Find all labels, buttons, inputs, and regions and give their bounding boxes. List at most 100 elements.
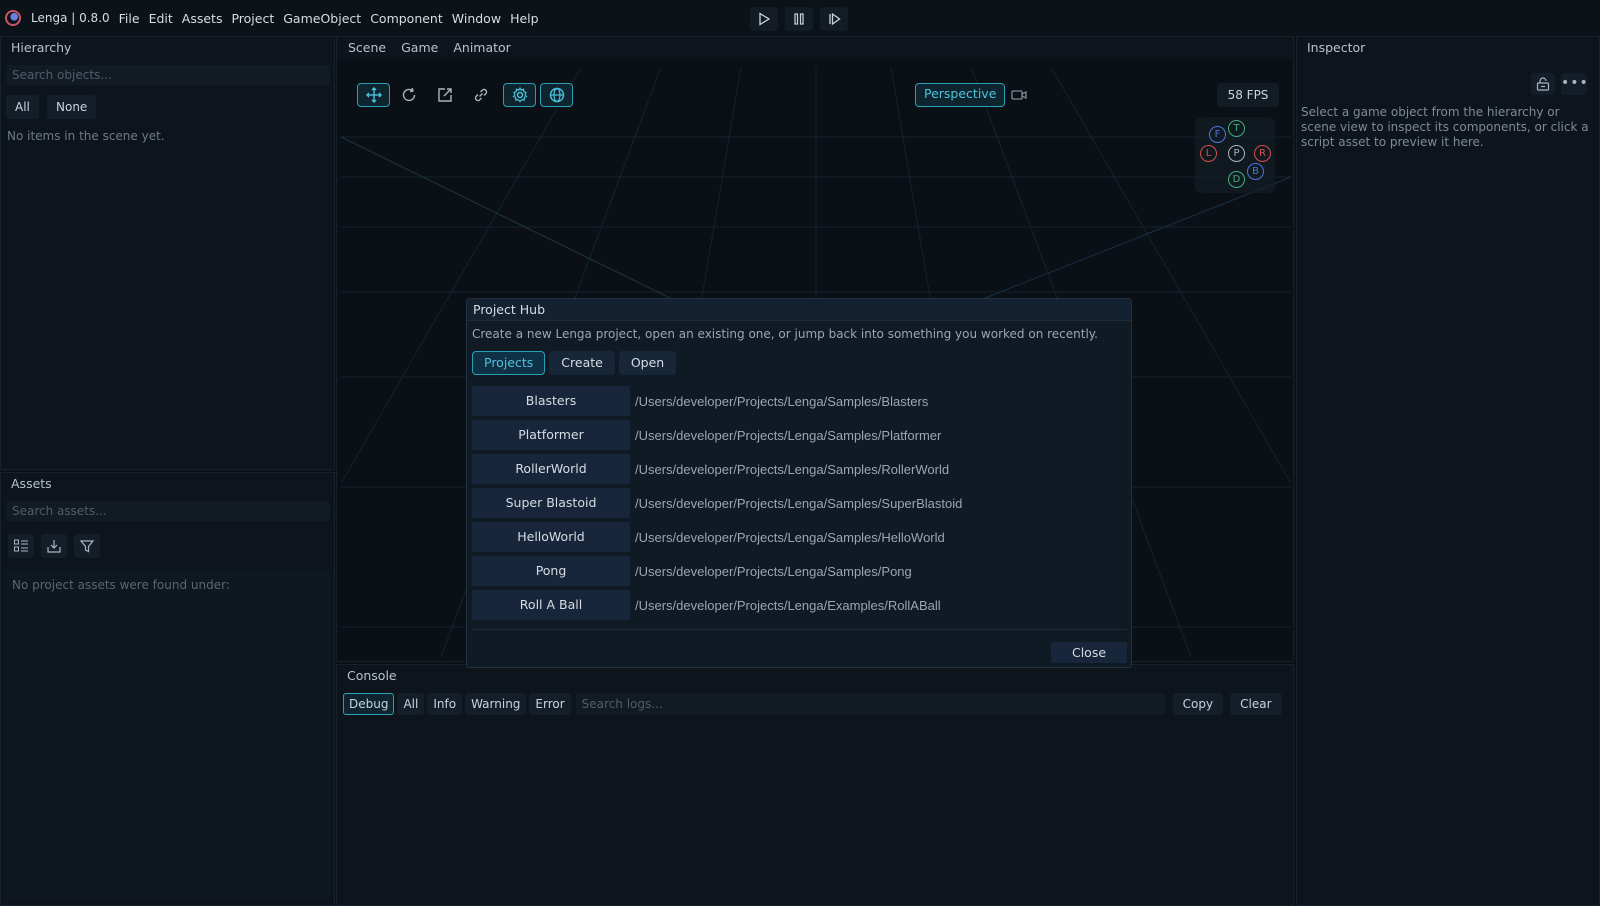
orientation-gizmo[interactable]: T F L P R B D [1195, 117, 1275, 193]
hierarchy-title: Hierarchy [11, 40, 72, 55]
console-clear-button[interactable]: Clear [1230, 693, 1282, 715]
app-logo-icon [5, 10, 21, 26]
inspector-message: Select a game object from the hierarchy … [1301, 105, 1589, 149]
project-path: /Users/developer/Projects/Lenga/Examples… [635, 597, 941, 613]
play-icon [759, 12, 771, 26]
project-path: /Users/developer/Projects/Lenga/Samples/… [635, 529, 945, 545]
camera-button[interactable] [1005, 83, 1033, 107]
pause-icon [794, 13, 804, 25]
list-view-icon [14, 539, 28, 552]
project-open-button[interactable]: Pong [472, 556, 630, 586]
menu-component[interactable]: Component [370, 11, 443, 26]
menu-gameobject[interactable]: GameObject [283, 11, 361, 26]
gear-icon [512, 86, 527, 103]
app-title: Lenga | 0.8.0 [31, 11, 110, 25]
rotate-tool-button[interactable] [395, 83, 423, 107]
menu-help[interactable]: Help [510, 11, 539, 26]
inspector-lock-button[interactable] [1531, 73, 1555, 95]
project-hub-dialog: Project Hub Create a new Lenga project, … [466, 298, 1132, 668]
project-row: RollerWorld /Users/developer/Projects/Le… [472, 452, 1127, 486]
link-icon [474, 88, 488, 102]
filter-all-button[interactable]: All [6, 95, 39, 119]
menu-file[interactable]: File [119, 11, 140, 26]
close-button[interactable]: Close [1051, 642, 1127, 663]
project-open-button[interactable]: Platformer [472, 420, 630, 450]
scale-icon [438, 88, 452, 102]
gizmo-front[interactable]: F [1209, 126, 1226, 143]
filter-none-button[interactable]: None [47, 95, 97, 119]
menu-edit[interactable]: Edit [149, 11, 173, 26]
hierarchy-empty-text: No items in the scene yet. [7, 129, 165, 143]
project-open-button[interactable]: Super Blastoid [472, 488, 630, 518]
project-hub-title: Project Hub [467, 299, 1131, 321]
console-filter-warning[interactable]: Warning [465, 693, 527, 715]
camera-icon [1011, 90, 1027, 100]
import-icon [47, 540, 61, 553]
gizmo-perspective[interactable]: P [1228, 145, 1245, 162]
console-filter-debug[interactable]: Debug [343, 693, 395, 715]
settings-tool-button[interactable] [503, 83, 536, 107]
project-path: /Users/developer/Projects/Lenga/Samples/… [635, 427, 942, 443]
tab-open[interactable]: Open [618, 351, 677, 375]
project-path: /Users/developer/Projects/Lenga/Samples/… [635, 461, 950, 477]
menu-bar: Lenga | 0.8.0 File Edit Assets Project G… [0, 0, 1600, 36]
tab-scene[interactable]: Scene [348, 37, 386, 59]
step-icon [829, 12, 841, 26]
console-filter-all[interactable]: All [397, 693, 425, 715]
import-button[interactable] [41, 534, 67, 558]
assets-list: No project assets were found under: [6, 570, 330, 900]
tab-animator[interactable]: Animator [453, 37, 510, 59]
gizmo-top[interactable]: T [1228, 120, 1245, 137]
step-button[interactable] [820, 7, 848, 31]
gizmo-right[interactable]: R [1254, 145, 1271, 162]
menu-window[interactable]: Window [452, 11, 501, 26]
console-copy-button[interactable]: Copy [1172, 693, 1224, 715]
lock-icon [1536, 77, 1550, 91]
project-row: Super Blastoid /Users/developer/Projects… [472, 486, 1127, 520]
pause-button[interactable] [785, 7, 813, 31]
move-tool-button[interactable] [357, 83, 390, 107]
scene-tabs: Scene Game Animator [337, 37, 1293, 59]
snap-tool-button[interactable] [467, 83, 495, 107]
project-hub-description: Create a new Lenga project, open an exis… [472, 327, 1098, 341]
globe-icon [549, 87, 564, 103]
project-open-button[interactable]: Blasters [472, 386, 630, 416]
tab-game[interactable]: Game [401, 37, 438, 59]
gizmo-left[interactable]: L [1200, 145, 1217, 162]
project-open-button[interactable]: HelloWorld [472, 522, 630, 552]
console-search-input[interactable]: Search logs... [575, 693, 1166, 715]
console-panel: Console Debug All Info Warning Error Sea… [336, 664, 1294, 906]
console-filter-info[interactable]: Info [427, 693, 463, 715]
tab-create[interactable]: Create [549, 351, 615, 375]
play-button[interactable] [750, 7, 778, 31]
scale-tool-button[interactable] [431, 83, 459, 107]
assets-empty-text: No project assets were found under: [12, 578, 230, 592]
console-title: Console [347, 668, 397, 683]
assets-title: Assets [11, 476, 52, 491]
project-open-button[interactable]: RollerWorld [472, 454, 630, 484]
playback-controls [750, 7, 848, 31]
gizmo-back[interactable]: B [1247, 163, 1264, 180]
project-path: /Users/developer/Projects/Lenga/Samples/… [635, 495, 963, 511]
assets-panel: Assets Search assets... No project asset… [0, 472, 335, 906]
menu-assets[interactable]: Assets [182, 11, 223, 26]
filter-button[interactable] [74, 534, 100, 558]
assets-search-input[interactable]: Search assets... [6, 501, 330, 521]
project-row: Pong /Users/developer/Projects/Lenga/Sam… [472, 554, 1127, 588]
filter-icon [79, 540, 95, 553]
perspective-toggle-button[interactable]: Perspective [915, 83, 1006, 107]
tab-projects[interactable]: Projects [472, 351, 546, 375]
inspector-panel: Inspector ••• Select a game object from … [1296, 36, 1600, 906]
inspector-more-button[interactable]: ••• [1561, 73, 1588, 95]
project-open-button[interactable]: Roll A Ball [472, 590, 630, 620]
fps-counter: 58 FPS [1217, 83, 1279, 107]
console-filter-error[interactable]: Error [529, 693, 571, 715]
gizmo-down[interactable]: D [1228, 171, 1245, 188]
global-space-button[interactable] [540, 83, 573, 107]
hierarchy-search-input[interactable]: Search objects... [6, 65, 330, 85]
menu-project[interactable]: Project [231, 11, 274, 26]
hierarchy-panel: Hierarchy Search objects... All None No … [0, 36, 335, 470]
move-icon [365, 87, 382, 103]
recent-projects-list: Blasters /Users/developer/Projects/Lenga… [472, 384, 1127, 622]
list-view-button[interactable] [8, 534, 34, 558]
